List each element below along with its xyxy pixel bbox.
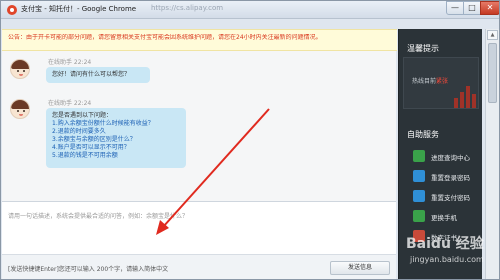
message-sender: 在线助手 22:24 (48, 100, 92, 107)
hotline-status: 热线目前紧张 (412, 76, 448, 85)
scroll-up-arrow-icon[interactable]: ▲ (487, 30, 498, 40)
hotline-label: 热线目前 (412, 78, 437, 85)
input-hint: [发送快捷键Enter]您还可以输入 200个字，请输入简体中文 (8, 266, 169, 273)
agent-avatar (10, 99, 30, 119)
tips-panel: 热线目前紧张 (403, 57, 479, 109)
service-label: 更换手机 (431, 214, 457, 222)
login-password-icon (413, 170, 425, 182)
service-reset-pay-password[interactable]: 重置支付密码 (413, 189, 483, 205)
message-input[interactable] (8, 211, 388, 221)
watermark-logo: Baidu 经验 (406, 236, 484, 252)
progress-icon (413, 150, 425, 162)
chat-history: 在线助手 22:24 您好！请问有什么可以帮您？ 在线助手 22:24 您是否遇… (2, 51, 396, 201)
hotline-status-value: 紧张 (436, 78, 449, 85)
service-change-phone[interactable]: 更换手机 (413, 209, 483, 225)
compose-footer: [发送快捷键Enter]您还可以输入 200个字，请输入简体中文 发送信息 (2, 254, 396, 279)
window-title: 支付宝 - 知托付！- Google Chrome (21, 5, 137, 13)
baidu-jingyan-watermark: Baidu 经验 jingyan.baidu.com (406, 233, 496, 273)
tips-title: 温馨提示 (407, 44, 439, 53)
faq-link[interactable]: 4.账户是否可以显示不可用？ (52, 144, 154, 152)
service-label: 重置登录密码 (431, 174, 470, 182)
send-button[interactable]: 发送信息 (330, 261, 390, 275)
service-label: 重置支付密码 (431, 194, 470, 202)
message-intro: 您是否遇到以下问题： (52, 112, 113, 119)
faq-link[interactable]: 5.退款的钱是不可用余额 (52, 152, 154, 160)
compose-area (2, 201, 396, 254)
scroll-thumb[interactable] (488, 43, 497, 103)
url-hint: https://cs.alipay.com (151, 4, 224, 12)
self-service-title: 自助服务 (407, 130, 439, 139)
faq-link[interactable]: 1.购入余额宝份额什么时候能有收益？ (52, 120, 154, 128)
browser-window: 支付宝 - 知托付！- Google Chrome https://cs.ali… (0, 0, 500, 280)
message-bubble: 您好！请问有什么可以帮您？ (46, 67, 150, 83)
pay-password-icon (413, 190, 425, 202)
maximize-button[interactable]: □ (463, 1, 481, 15)
alipay-logo-icon (7, 5, 17, 15)
message-bubble: 您是否遇到以下问题： 1.购入余额宝份额什么时候能有收益？ 2.退款的时间要多久… (46, 108, 186, 168)
message-sender: 在线助手 22:24 (48, 59, 92, 66)
service-progress-query[interactable]: 进度查询中心 (413, 149, 483, 165)
phone-icon (413, 210, 425, 222)
minimize-button[interactable]: — (446, 1, 464, 15)
faq-link[interactable]: 2.退款的时间要多久 (52, 128, 154, 136)
faq-link[interactable]: 3.余额宝与余额的区别是什么？ (52, 136, 154, 144)
close-button[interactable]: ✕ (480, 1, 499, 15)
agent-avatar (10, 59, 30, 79)
message-text: 您好！请问有什么可以帮您？ (52, 71, 131, 78)
service-reset-login-password[interactable]: 重置登录密码 (413, 169, 483, 185)
service-label: 进度查询中心 (431, 154, 470, 162)
title-bar: 支付宝 - 知托付！- Google Chrome https://cs.ali… (1, 1, 499, 19)
announcement-banner: 公告：由于开卡可能的部分问题，请您留意相关支付宝可能会因系统维护问题，请您在24… (2, 29, 397, 51)
watermark-url: jingyan.baidu.com (410, 255, 484, 264)
announcement-text: 公告：由于开卡可能的部分问题，请您留意相关支付宝可能会因系统维护问题，请您在24… (8, 34, 322, 41)
